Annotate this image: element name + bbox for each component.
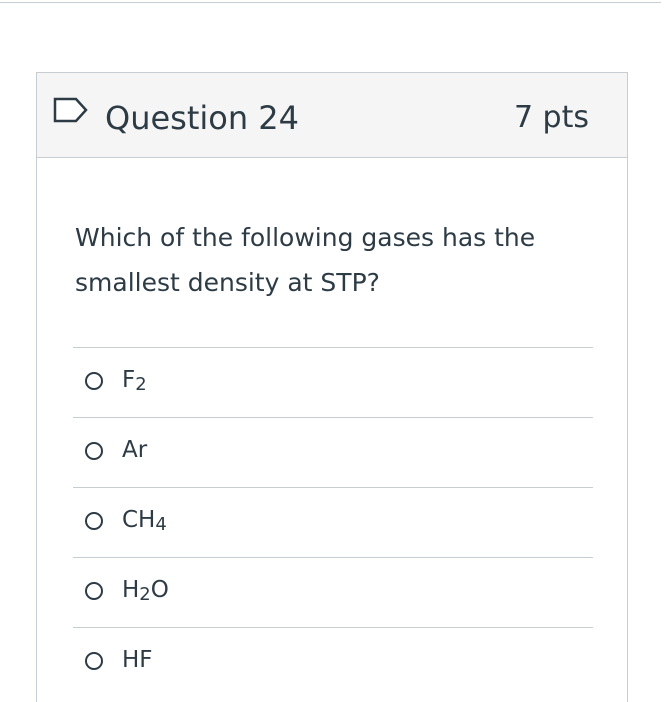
- radio-button[interactable]: [85, 442, 103, 460]
- answer-label: F2: [122, 367, 147, 396]
- answer-option-ch4[interactable]: CH4: [73, 487, 593, 557]
- answer-list: F2 Ar CH4 H2O HF: [73, 347, 593, 697]
- question-header: Question 24 7 pts: [37, 73, 627, 158]
- flag-icon[interactable]: [51, 95, 91, 125]
- answer-option-f2[interactable]: F2: [73, 347, 593, 417]
- answer-label: H2O: [122, 577, 169, 606]
- answer-option-ar[interactable]: Ar: [73, 417, 593, 487]
- question-text: Which of the following gases has the sma…: [75, 223, 536, 297]
- question-points: 7 pts: [513, 100, 589, 135]
- radio-button[interactable]: [85, 372, 103, 390]
- answer-label: Ar: [122, 437, 148, 463]
- answer-option-hf[interactable]: HF: [73, 627, 593, 697]
- question-title: Question 24: [105, 99, 300, 137]
- question-card: Question 24 7 pts Which of the following…: [36, 72, 628, 702]
- radio-button[interactable]: [85, 652, 103, 670]
- answer-label: HF: [122, 647, 153, 673]
- radio-button[interactable]: [85, 582, 103, 600]
- answer-label: CH4: [122, 507, 167, 536]
- answer-option-h2o[interactable]: H2O: [73, 557, 593, 627]
- top-divider: [0, 2, 661, 3]
- radio-button[interactable]: [85, 512, 103, 530]
